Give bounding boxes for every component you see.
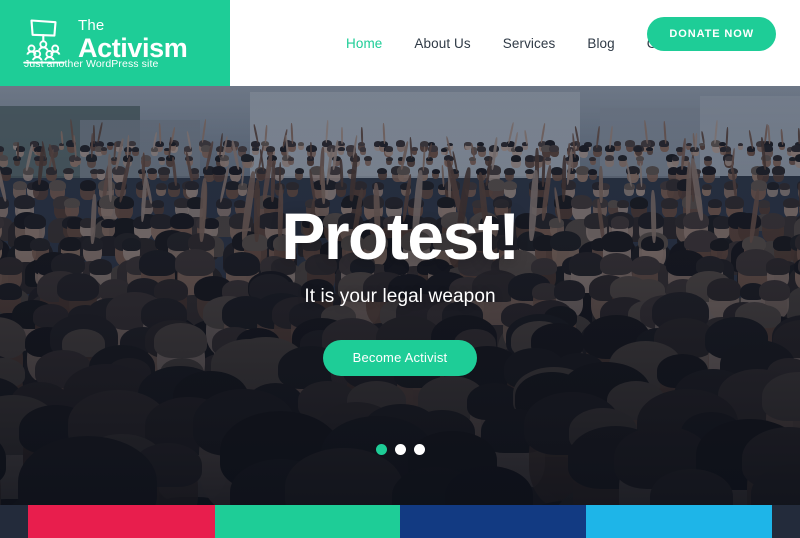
donate-now-button[interactable]: DONATE NOW (647, 17, 776, 51)
logo-block[interactable]: The Activism Just another WordPress site (0, 0, 230, 86)
color-bar-teal (215, 505, 400, 538)
color-bar-light-blue (586, 505, 772, 538)
slider-dot-3[interactable] (413, 444, 425, 455)
nav-item-home[interactable]: Home (330, 36, 398, 51)
slider-dot-2[interactable] (394, 444, 406, 455)
logo-text: The Activism (78, 17, 188, 63)
nav-item-about-us[interactable]: About Us (398, 36, 486, 51)
nav-item-blog[interactable]: Blog (571, 36, 630, 51)
become-activist-button[interactable]: Become Activist (322, 340, 478, 376)
color-bars-region (0, 505, 800, 538)
nav-item-services[interactable]: Services (487, 36, 572, 51)
page-root: Protest! It is your legal weapon Become … (0, 0, 800, 538)
color-bars (28, 505, 772, 538)
slider-dots (0, 444, 800, 455)
hero-subtitle: It is your legal weapon (304, 286, 496, 307)
slider-dot-1[interactable] (375, 444, 387, 455)
hero-title: Protest! (281, 199, 520, 273)
logo-prefix: The (78, 17, 105, 34)
site-tagline: Just another WordPress site (24, 58, 159, 70)
color-bar-crimson (28, 505, 215, 538)
hero-content: Protest! It is your legal weapon Become … (0, 86, 800, 505)
color-bar-navy (400, 505, 586, 538)
hero-slider: Protest! It is your legal weapon Become … (0, 86, 800, 505)
site-header: The Activism Just another WordPress site… (0, 0, 800, 86)
